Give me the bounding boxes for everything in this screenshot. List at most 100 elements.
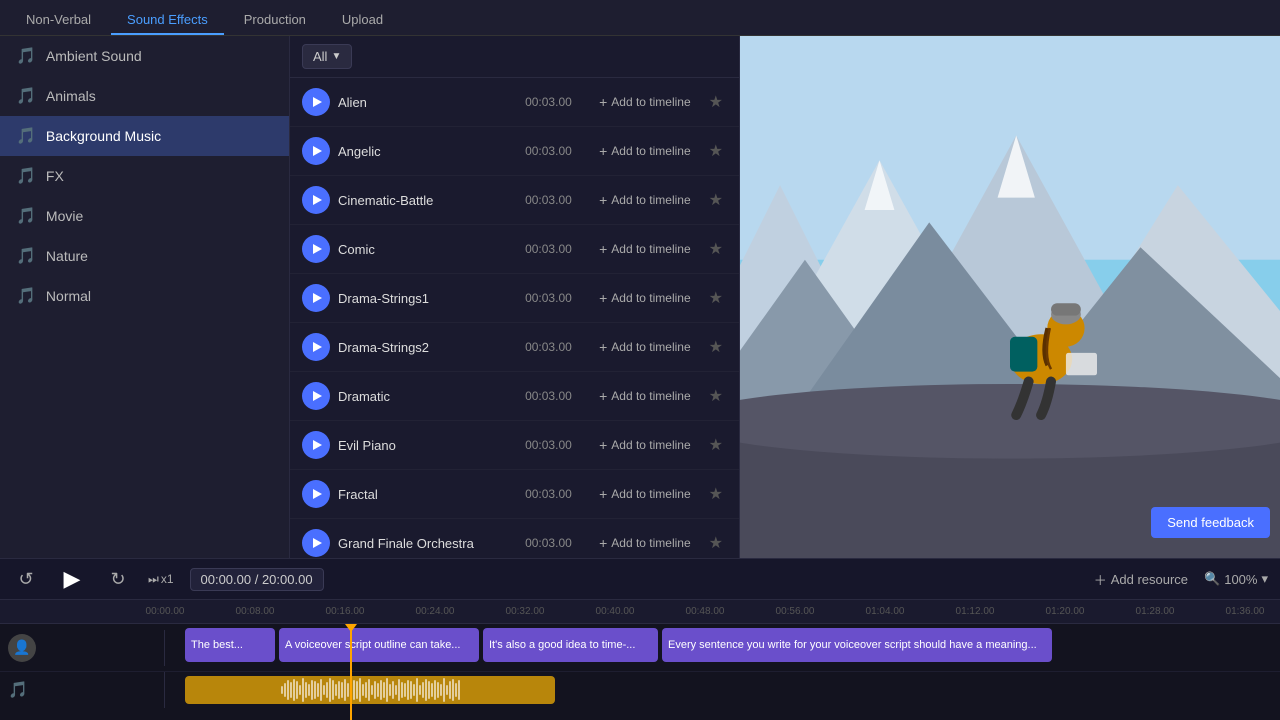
timeline-playhead[interactable] bbox=[350, 624, 352, 720]
add-resource-button[interactable]: ＋ Add resource bbox=[1094, 570, 1188, 589]
add-to-timeline-button[interactable]: + Add to timeline bbox=[593, 190, 697, 210]
track-duration: 00:03.00 bbox=[525, 389, 585, 403]
track-duration: 00:03.00 bbox=[525, 438, 585, 452]
track-item: Alien 00:03.00 + Add to timeline ★ bbox=[290, 78, 739, 127]
tab-upload[interactable]: Upload bbox=[326, 6, 399, 35]
track-play-button[interactable] bbox=[302, 88, 330, 116]
toolbar-right: ＋ Add resource 🔍 100% ▾ bbox=[1094, 570, 1268, 589]
add-to-timeline-button[interactable]: + Add to timeline bbox=[593, 484, 697, 504]
zoom-control[interactable]: 🔍 100% ▾ bbox=[1204, 571, 1268, 587]
favorite-button[interactable]: ★ bbox=[705, 237, 727, 261]
sidebar-label-normal: Normal bbox=[46, 288, 91, 304]
wave-bar bbox=[368, 679, 370, 701]
audio-track-content bbox=[165, 672, 1280, 708]
music-icon: 🎵 bbox=[16, 286, 36, 306]
top-nav-tabs: Non-Verbal Sound Effects Production Uplo… bbox=[0, 0, 1280, 36]
add-to-timeline-button[interactable]: + Add to timeline bbox=[593, 92, 697, 112]
wave-bar bbox=[392, 681, 394, 699]
avatar-icon: 👤 bbox=[8, 634, 36, 662]
add-to-timeline-button[interactable]: + Add to timeline bbox=[593, 288, 697, 308]
sidebar-item-animals[interactable]: 🎵 Animals bbox=[0, 76, 289, 116]
favorite-button[interactable]: ★ bbox=[705, 482, 727, 506]
wave-bar bbox=[347, 683, 349, 697]
wave-bar bbox=[329, 678, 331, 702]
wave-bar bbox=[296, 681, 298, 699]
tab-sound-effects[interactable]: Sound Effects bbox=[111, 6, 224, 35]
favorite-button[interactable]: ★ bbox=[705, 139, 727, 163]
rewind-button[interactable]: ↺ bbox=[12, 565, 40, 593]
wave-bar bbox=[386, 678, 388, 702]
track-name: Dramatic bbox=[338, 389, 517, 404]
favorite-button[interactable]: ★ bbox=[705, 90, 727, 114]
track-play-button[interactable] bbox=[302, 284, 330, 312]
subtitle-clip[interactable]: Every sentence you write for your voiceo… bbox=[662, 628, 1052, 662]
wave-bar bbox=[344, 679, 346, 701]
track-play-button[interactable] bbox=[302, 382, 330, 410]
add-to-timeline-button[interactable]: + Add to timeline bbox=[593, 386, 697, 406]
sidebar-label-background-music: Background Music bbox=[46, 128, 161, 144]
add-to-timeline-button[interactable]: + Add to timeline bbox=[593, 141, 697, 161]
forward-button[interactable]: ↻ bbox=[104, 565, 132, 593]
favorite-button[interactable]: ★ bbox=[705, 335, 727, 359]
tab-non-verbal[interactable]: Non-Verbal bbox=[10, 6, 107, 35]
track-item: Cinematic-Battle 00:03.00 + Add to timel… bbox=[290, 176, 739, 225]
subtitle-clip[interactable]: A voiceover script outline can take... bbox=[279, 628, 479, 662]
ruler-mark: 00:32.00 bbox=[506, 606, 545, 617]
ruler-mark: 00:40.00 bbox=[596, 606, 635, 617]
favorite-button[interactable]: ★ bbox=[705, 433, 727, 457]
favorite-button[interactable]: ★ bbox=[705, 188, 727, 212]
wave-bar bbox=[449, 681, 451, 699]
music-icon: 🎵 bbox=[16, 46, 36, 66]
speed-control[interactable]: ⏭ x1 bbox=[148, 572, 174, 587]
favorite-button[interactable]: ★ bbox=[705, 286, 727, 310]
track-play-button[interactable] bbox=[302, 529, 330, 557]
subtitle-clip[interactable]: The best... bbox=[185, 628, 275, 662]
sidebar-item-nature[interactable]: 🎵 Nature bbox=[0, 236, 289, 276]
subtitle-clip[interactable]: It's also a good idea to time-... bbox=[483, 628, 658, 662]
filter-dropdown[interactable]: All ▼ bbox=[302, 44, 352, 69]
track-play-button[interactable] bbox=[302, 480, 330, 508]
sidebar-item-normal[interactable]: 🎵 Normal bbox=[0, 276, 289, 316]
ruler-mark: 00:48.00 bbox=[686, 606, 725, 617]
sidebar-item-fx[interactable]: 🎵 FX bbox=[0, 156, 289, 196]
track-duration: 00:03.00 bbox=[525, 340, 585, 354]
speed-label: x1 bbox=[161, 572, 174, 586]
sidebar-item-movie[interactable]: 🎵 Movie bbox=[0, 196, 289, 236]
track-play-button[interactable] bbox=[302, 431, 330, 459]
favorite-button[interactable]: ★ bbox=[705, 384, 727, 408]
track-item: Comic 00:03.00 + Add to timeline ★ bbox=[290, 225, 739, 274]
plus-icon: + bbox=[599, 241, 607, 257]
add-to-timeline-button[interactable]: + Add to timeline bbox=[593, 239, 697, 259]
track-item: Dramatic 00:03.00 + Add to timeline ★ bbox=[290, 372, 739, 421]
add-to-timeline-button[interactable]: + Add to timeline bbox=[593, 337, 697, 357]
track-play-button[interactable] bbox=[302, 333, 330, 361]
track-duration: 00:03.00 bbox=[525, 193, 585, 207]
add-to-timeline-button[interactable]: + Add to timeline bbox=[593, 435, 697, 455]
wave-bar bbox=[353, 680, 355, 700]
add-to-timeline-button[interactable]: + Add to timeline bbox=[593, 533, 697, 553]
track-play-button[interactable] bbox=[302, 137, 330, 165]
favorite-button[interactable]: ★ bbox=[705, 531, 727, 555]
sidebar-item-ambient-sound[interactable]: 🎵 Ambient Sound bbox=[0, 36, 289, 76]
plus-icon: + bbox=[599, 535, 607, 551]
subtitle-clips: The best...A voiceover script outline ca… bbox=[185, 628, 1054, 662]
wave-bar bbox=[413, 684, 415, 696]
track-name: Fractal bbox=[338, 487, 517, 502]
sidebar-item-background-music[interactable]: 🎵 Background Music bbox=[0, 116, 289, 156]
wave-bar bbox=[422, 682, 424, 698]
track-name: Alien bbox=[338, 95, 517, 110]
wave-bar bbox=[332, 680, 334, 700]
track-name: Evil Piano bbox=[338, 438, 517, 453]
audio-clip[interactable] bbox=[185, 676, 555, 704]
send-feedback-button[interactable]: Send feedback bbox=[1151, 507, 1270, 538]
wave-bar bbox=[455, 683, 457, 697]
tab-production[interactable]: Production bbox=[228, 6, 322, 35]
wave-bar bbox=[374, 681, 376, 699]
play-button[interactable]: ▶ bbox=[56, 563, 88, 595]
main-area: 🎵 Ambient Sound 🎵 Animals 🎵 Background M… bbox=[0, 36, 1280, 558]
track-play-button[interactable] bbox=[302, 235, 330, 263]
wave-bar bbox=[377, 683, 379, 697]
track-play-button[interactable] bbox=[302, 186, 330, 214]
forward-icon: ⏭ bbox=[148, 572, 159, 587]
plus-icon: + bbox=[599, 290, 607, 306]
